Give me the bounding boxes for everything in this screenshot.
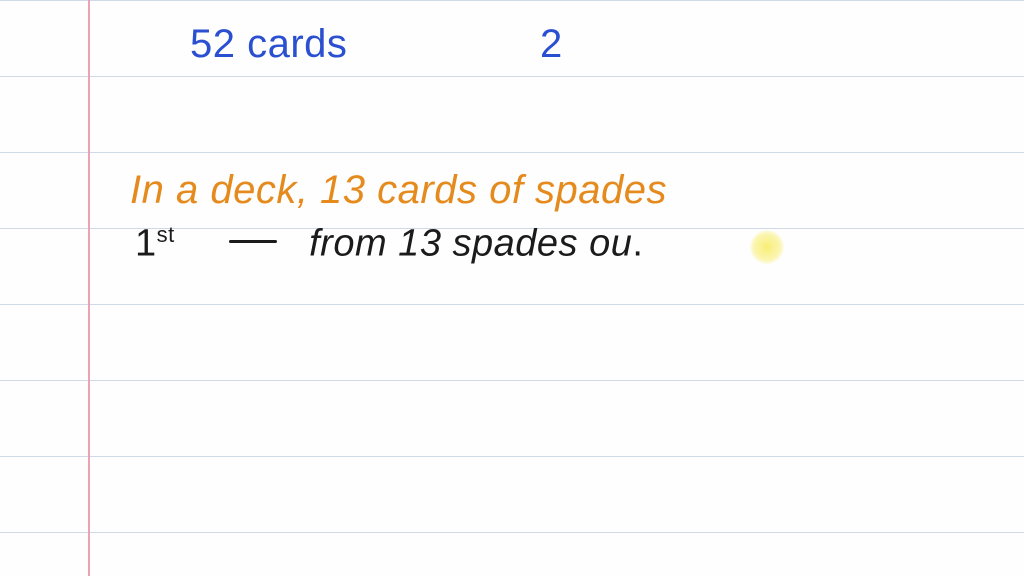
rule-line <box>0 456 1024 457</box>
header-text-left: 52 cards <box>190 22 347 67</box>
rule-line <box>0 532 1024 533</box>
black-sentence: 1st from 13 spades ou. <box>135 222 643 266</box>
trailing-dot: . <box>632 223 643 265</box>
black-rest: from 13 spades ou <box>309 223 632 265</box>
rule-line <box>0 380 1024 381</box>
rule-line <box>0 76 1024 77</box>
cursor-highlight-icon <box>750 230 784 264</box>
lined-paper: 52 cards 2 In a deck, 13 cards of spades… <box>0 0 1024 576</box>
dash-icon <box>229 240 277 243</box>
header-text-right: 2 <box>540 22 563 67</box>
ordinal-sup: st <box>157 222 175 247</box>
rule-line <box>0 152 1024 153</box>
orange-sentence: In a deck, 13 cards of spades <box>130 168 667 213</box>
margin-line <box>88 0 90 576</box>
rule-line <box>0 304 1024 305</box>
rule-line <box>0 0 1024 1</box>
ordinal-base: 1 <box>135 223 157 265</box>
